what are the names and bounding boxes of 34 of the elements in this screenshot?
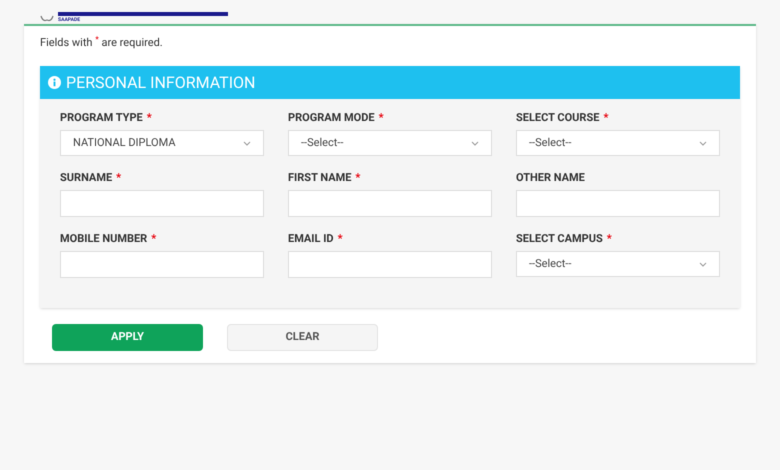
field-label: OTHER NAME (516, 170, 585, 184)
input-field[interactable] (288, 190, 492, 217)
required-mark: * (338, 231, 343, 245)
required-mark: * (606, 231, 612, 245)
chevron-down-icon (699, 262, 707, 266)
input-field[interactable] (60, 190, 264, 217)
select-dropdown[interactable]: --Select-- (516, 251, 720, 277)
field-label: EMAIL ID (288, 231, 334, 245)
select-dropdown[interactable]: NATIONAL DIPLOMA (60, 130, 264, 156)
input-field[interactable] (516, 190, 720, 217)
field-label: PROGRAM TYPE (60, 110, 143, 124)
field-label: SURNAME (60, 170, 112, 184)
chevron-down-icon (471, 140, 479, 146)
field-label: SELECT CAMPUS (516, 231, 603, 245)
field-label: SELECT COURSE (516, 110, 600, 124)
chevron-down-icon (699, 140, 707, 146)
field-label: PROGRAM MODE (288, 110, 375, 124)
required-mark: * (146, 110, 152, 124)
input-field[interactable] (288, 251, 492, 278)
clear-button[interactable]: CLEAR (227, 324, 378, 351)
select-dropdown[interactable]: --Select-- (516, 130, 720, 156)
required-mark: * (355, 170, 360, 184)
field-label: FIRST NAME (288, 170, 352, 184)
select-dropdown[interactable]: --Select-- (288, 130, 492, 156)
section-title: PERSONAL INFORMATION (66, 72, 256, 94)
chevron-down-icon (243, 140, 251, 146)
info-icon (48, 76, 61, 89)
required-mark: * (603, 110, 608, 124)
required-mark: * (151, 231, 156, 245)
required-note: Fields with $^{*}$ are required. (39, 34, 164, 51)
required-mark: * (378, 110, 384, 124)
input-field[interactable] (60, 251, 264, 278)
required-mark: * (116, 170, 122, 184)
field-label: MOBILE NUMBER (60, 231, 148, 245)
